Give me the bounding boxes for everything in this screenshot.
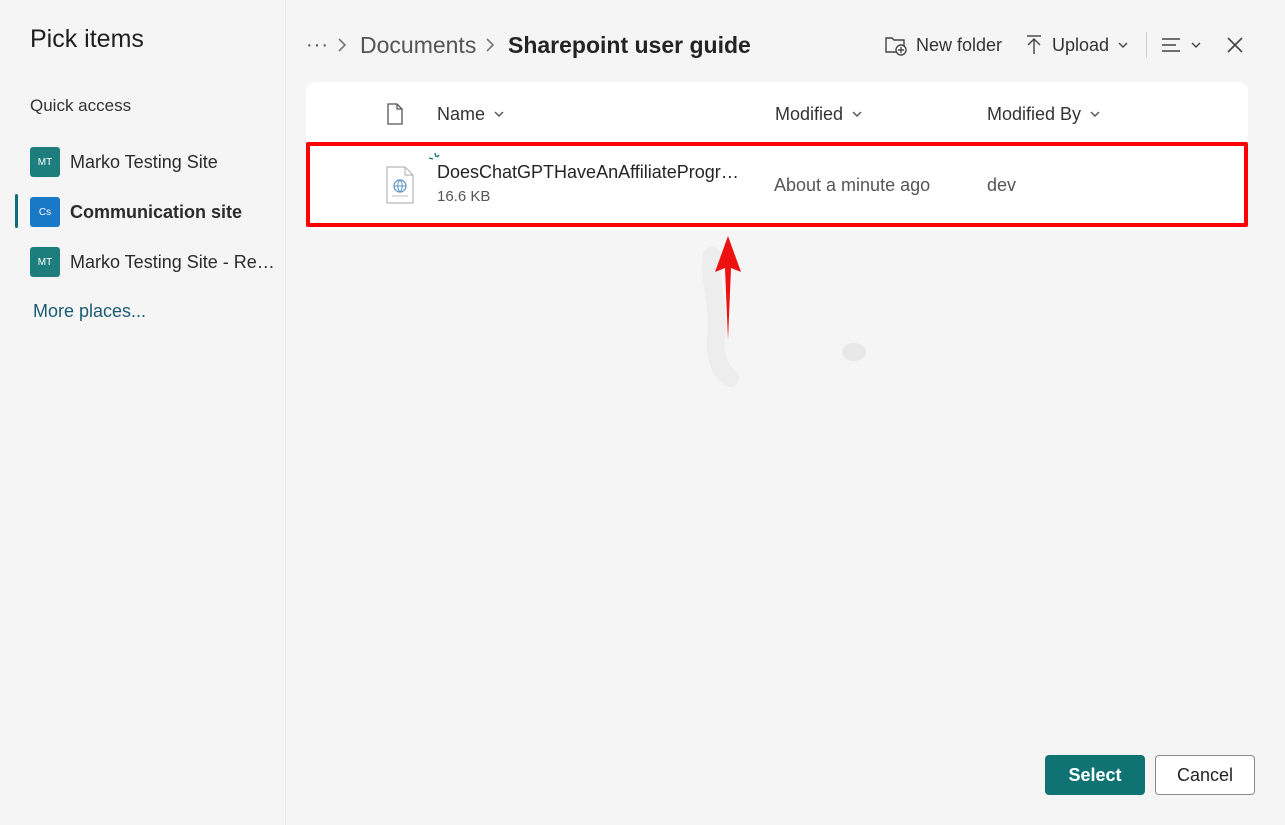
- quick-access-heading: Quick access: [30, 96, 132, 115]
- html-file-icon: [386, 166, 414, 204]
- chevron-right-icon: [484, 28, 496, 62]
- site-avatar: MT: [30, 247, 60, 277]
- modified-column-header[interactable]: Modified: [775, 102, 863, 126]
- sidebar-item-communication-site[interactable]: Cs Communication site: [30, 196, 275, 228]
- active-indicator: [15, 194, 18, 228]
- file-type-column-header[interactable]: [386, 102, 404, 126]
- breadcrumb-documents[interactable]: Documents: [360, 28, 476, 62]
- chevron-down-icon: [493, 109, 505, 119]
- breadcrumb-overflow-button[interactable]: ···: [306, 28, 329, 62]
- sidebar-item-label: Marko Testing Site: [70, 151, 218, 172]
- breadcrumb-current-folder: Sharepoint user guide: [508, 31, 751, 58]
- chevron-down-icon: [1117, 40, 1129, 50]
- table-row[interactable]: DoesChatGPTHaveAnAffiliateProgram... 16.…: [306, 142, 1248, 227]
- document-icon: [386, 103, 404, 125]
- name-column-label: Name: [437, 103, 486, 124]
- file-modified-by: dev: [987, 175, 1017, 195]
- modified-by-column-header[interactable]: Modified By: [987, 102, 1101, 126]
- close-button[interactable]: [1226, 30, 1244, 60]
- dialog-title: Pick items: [30, 25, 144, 53]
- annotation-arrow-icon: [702, 236, 866, 387]
- upload-icon: [1024, 34, 1044, 56]
- chevron-down-icon: [1190, 40, 1202, 50]
- toolbar-divider: [1146, 32, 1147, 58]
- close-icon: [1226, 36, 1244, 54]
- modified-column-label: Modified: [775, 103, 844, 124]
- file-modified: About a minute ago: [774, 175, 931, 195]
- site-avatar: Cs: [30, 197, 60, 227]
- folder-add-icon: [884, 34, 908, 56]
- modified-by-column-label: Modified By: [987, 103, 1082, 124]
- file-size: 16.6 KB: [437, 188, 491, 205]
- list-view-icon: [1160, 35, 1182, 55]
- upload-button[interactable]: Upload: [1024, 30, 1129, 60]
- upload-label: Upload: [1052, 34, 1110, 55]
- more-places-link[interactable]: More places...: [33, 301, 146, 322]
- header: ··· Documents Sharepoint user guide New …: [286, 0, 1285, 82]
- sidebar-item-label: Communication site: [70, 201, 243, 222]
- sidebar-item-label: Marko Testing Site - Retention: [70, 251, 275, 272]
- sidebar-item-marko-testing-site[interactable]: MT Marko Testing Site: [30, 146, 275, 178]
- new-folder-label: New folder: [916, 34, 1003, 55]
- file-list: Name Modified Modified By DoesChatGPTHav…: [306, 82, 1248, 230]
- new-folder-button[interactable]: New folder: [884, 30, 1002, 60]
- site-avatar: MT: [30, 147, 60, 177]
- name-column-header[interactable]: Name: [437, 102, 505, 126]
- chevron-down-icon: [851, 109, 863, 119]
- sidebar-item-marko-testing-site-retention[interactable]: MT Marko Testing Site - Retention: [30, 246, 275, 278]
- select-button[interactable]: Select: [1045, 755, 1145, 795]
- cancel-button[interactable]: Cancel: [1155, 755, 1255, 795]
- chevron-down-icon: [1089, 109, 1101, 119]
- chevron-right-icon: [336, 28, 348, 62]
- view-options-button[interactable]: [1160, 30, 1202, 60]
- sidebar: Pick items Quick access MT Marko Testing…: [0, 0, 286, 825]
- file-name[interactable]: DoesChatGPTHaveAnAffiliateProgram...: [437, 162, 747, 183]
